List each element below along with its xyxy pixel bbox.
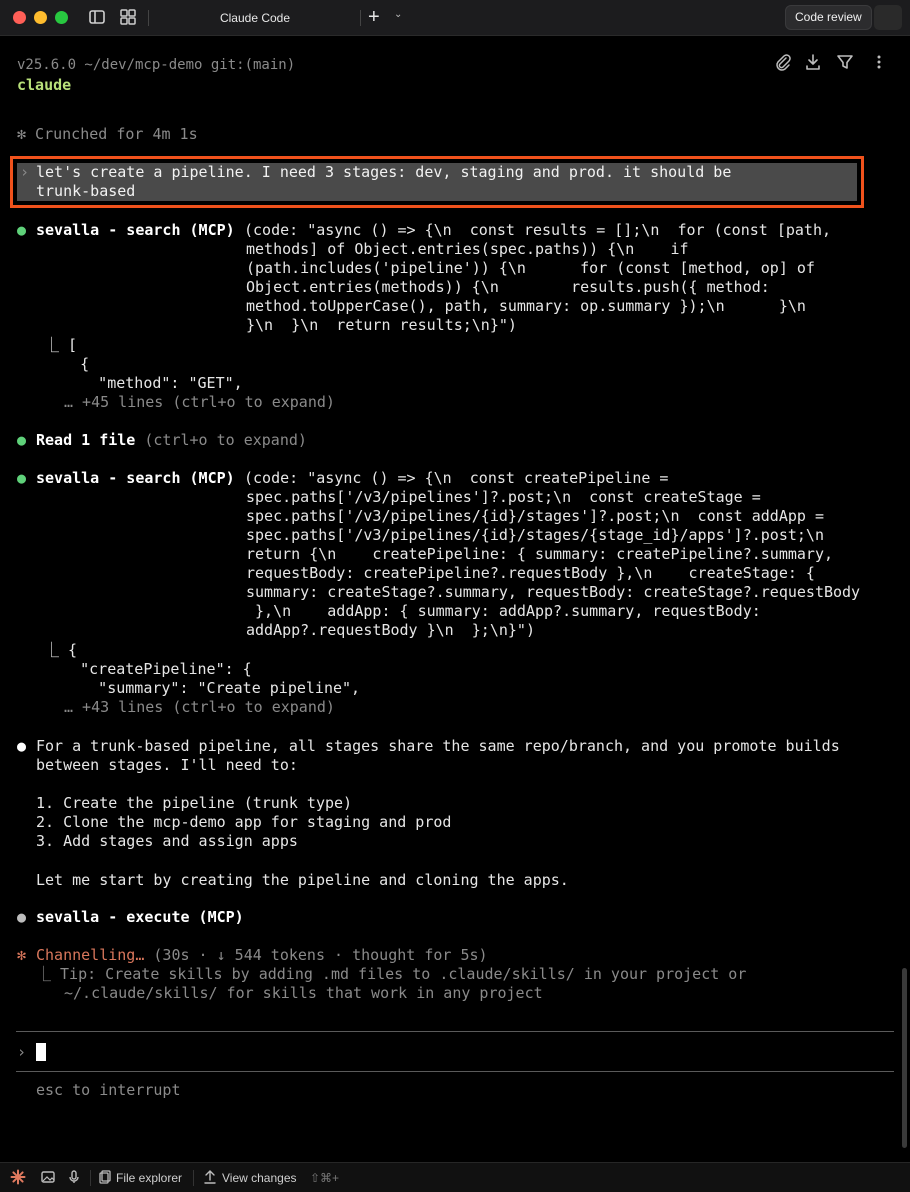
read-file-line: Read 1 file (ctrl+o to expand) [36, 431, 307, 450]
tool-result: ⎿ { [44, 641, 78, 659]
tool-call-args: summary: createStage?.summary, requestBo… [246, 583, 861, 601]
microphone-icon[interactable] [66, 1169, 82, 1187]
text-cursor[interactable] [36, 1043, 46, 1061]
tool-result: ⎿ [ [44, 336, 78, 354]
assistant-message-line: For a trunk-based pipeline, all stages s… [36, 737, 840, 755]
tool-call-args: },\n addApp: { summary: addApp?.summary,… [246, 602, 761, 620]
input-divider-top [16, 1031, 894, 1032]
tool-call-args: (code: "async () => {\n const results = … [244, 221, 831, 239]
channelling-status: Channelling… (30s · ↓ 544 tokens · thoug… [36, 946, 488, 965]
view-changes-shortcut: ⇧⌘+ [310, 1171, 340, 1185]
assistant-step: 2. Clone the mcp-demo app for staging an… [36, 813, 452, 831]
bottom-bar: File explorer View changes ⇧⌘+ [0, 1162, 910, 1192]
assistant-message-dot: ● [17, 737, 27, 755]
tool-status-dot: ● [17, 431, 27, 449]
download-icon[interactable] [804, 53, 822, 71]
tab-menu-icon[interactable]: ⌄ [394, 9, 402, 20]
user-message-line: let's create a pipeline. I need 3 stages… [36, 163, 732, 181]
bottom-divider [90, 1170, 91, 1186]
tool-call-args: return {\n createPipeline: { summary: cr… [246, 545, 833, 563]
scrollbar[interactable] [902, 968, 907, 1148]
tool-call-args: Object.entries(methods)) {\n results.pus… [246, 278, 770, 296]
claude-logo-icon[interactable] [10, 1169, 26, 1187]
assistant-message-line: between stages. I'll need to: [36, 756, 298, 774]
tip-line: ~/.claude/skills/ for skills that work i… [64, 984, 543, 1002]
assistant-step: 3. Add stages and assign apps [36, 832, 298, 850]
minimize-window-button[interactable] [34, 11, 47, 24]
user-message-line: trunk-based [36, 182, 136, 200]
tool-call-args: spec.paths['/v3/pipelines']?.post;\n con… [246, 488, 761, 506]
grid-view-icon[interactable] [119, 8, 139, 28]
expand-hint[interactable]: … +43 lines (ctrl+o to expand) [64, 698, 335, 717]
read-count: 1 [81, 431, 91, 449]
image-icon[interactable] [40, 1169, 56, 1187]
sidebar-toggle-icon[interactable] [88, 8, 108, 28]
input-divider-bottom [16, 1071, 894, 1072]
read-expand-hint[interactable]: (ctrl+o to expand) [144, 431, 307, 449]
tool-status-dot: ● [17, 221, 27, 239]
file-explorer-icon[interactable] [97, 1169, 113, 1187]
tab-divider [360, 10, 361, 26]
tool-status-dot: ● [17, 908, 27, 926]
tool-call-name: sevalla - search (MCP) [36, 469, 235, 487]
tool-call-name: sevalla - execute (MCP) [36, 908, 244, 926]
shell-command: claude [17, 76, 72, 94]
tab-divider [148, 10, 149, 26]
assistant-message-line: Let me start by creating the pipeline an… [36, 871, 569, 889]
input-prompt-symbol: › [17, 1043, 27, 1061]
window-menu-button[interactable] [874, 5, 902, 30]
tool-call-name: sevalla - search (MCP) [36, 221, 235, 239]
view-changes-button[interactable]: View changes [222, 1169, 297, 1187]
tool-result: "createPipeline": { [44, 660, 252, 678]
channelling-label: Channelling… [36, 946, 145, 964]
tool-result: "method": "GET", [44, 374, 243, 392]
new-tab-button[interactable]: + [368, 4, 380, 30]
tip-line: ⎿ Tip: Create skills by adding .md files… [36, 965, 747, 983]
shell-prompt-path: v25.6.0 ~/dev/mcp-demo git:(main) [17, 57, 296, 73]
more-options-icon[interactable] [870, 53, 888, 71]
tool-result: "summary": "Create pipeline", [44, 679, 361, 697]
tool-call-args: requestBody: createPipeline?.requestBody… [246, 564, 815, 582]
tool-call-args: spec.paths['/v3/pipelines/{id}/stages']?… [246, 507, 824, 525]
tool-call-args: (path.includes('pipeline')) {\n for (con… [246, 259, 815, 277]
zoom-window-button[interactable] [55, 11, 68, 24]
code-review-button[interactable]: Code review [785, 5, 872, 30]
tool-status-dot: ● [17, 469, 27, 487]
read-label: Read [36, 431, 73, 449]
expand-hint[interactable]: … +45 lines (ctrl+o to expand) [64, 393, 335, 412]
read-unit: file [99, 431, 136, 449]
tool-call-args: addApp?.requestBody }\n };\n}") [246, 621, 535, 639]
interrupt-hint: esc to interrupt [36, 1081, 181, 1099]
channelling-meta: (30s · ↓ 544 tokens · thought for 5s) [153, 946, 488, 964]
bottom-divider [193, 1170, 194, 1186]
close-window-button[interactable] [13, 11, 26, 24]
user-message-marker: › [20, 163, 30, 181]
tab-claude-code[interactable]: Claude Code [150, 4, 360, 32]
spinner-icon: ✻ [17, 946, 27, 964]
assistant-step: 1. Create the pipeline (trunk type) [36, 794, 353, 812]
paperclip-icon[interactable] [774, 53, 792, 71]
tool-call-args: spec.paths['/v3/pipelines/{id}/stages/{s… [246, 526, 824, 544]
file-explorer-button[interactable]: File explorer [116, 1169, 182, 1187]
filter-icon[interactable] [836, 53, 854, 71]
title-bar: Claude Code + ⌄ Code review [0, 0, 910, 36]
tool-call-args: (code: "async () => {\n const createPipe… [244, 469, 669, 487]
upload-icon[interactable] [203, 1169, 217, 1187]
tool-result: { [44, 355, 90, 373]
status-crunched: ✻ Crunched for 4m 1s [17, 125, 198, 143]
tool-call-args: methods] of Object.entries(spec.paths)) … [246, 240, 689, 258]
tool-call-args: method.toUpperCase(), path, summary: op.… [246, 297, 806, 315]
tool-call-args: }\n }\n return results;\n}") [246, 316, 517, 334]
